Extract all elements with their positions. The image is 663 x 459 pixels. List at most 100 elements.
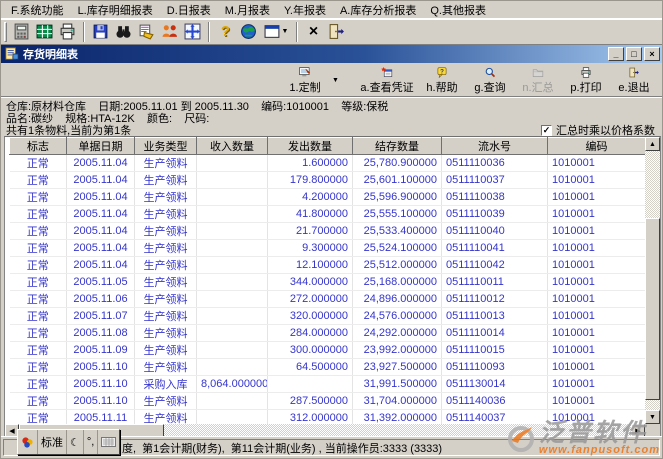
help-report-button[interactable]: ? h.帮助 xyxy=(418,64,466,96)
report-info-panel: 仓库:原材料仓库 日期:2005.11.01 到 2005.11.30 编码:1… xyxy=(6,97,657,136)
users-button[interactable] xyxy=(158,21,181,43)
search-icon xyxy=(481,67,499,78)
ime-fullwidth-icon[interactable]: ☾ xyxy=(67,430,84,454)
window-title: 存货明细表 xyxy=(23,46,606,62)
summary-button[interactable]: n.汇总 xyxy=(514,64,562,96)
system-panel-button[interactable] xyxy=(10,21,33,43)
report-grid-button[interactable] xyxy=(33,21,56,43)
terminal-icon xyxy=(13,23,30,40)
table-row[interactable]: 正常 2005.11.04 生产领料 9.300000 25,524.10000… xyxy=(10,240,646,257)
window-dropdown-icon: ▼ xyxy=(282,28,289,35)
column-header[interactable]: 编码 xyxy=(548,138,646,155)
table-row[interactable]: 正常 2005.11.09 生产领料 300.000000 23,992.000… xyxy=(10,342,646,359)
save-icon xyxy=(92,23,109,40)
print-report-button[interactable] xyxy=(56,21,79,43)
price-factor-checkbox[interactable]: ✓ xyxy=(541,125,552,136)
toolbar-separator xyxy=(296,22,298,42)
customize-dropdown[interactable]: ▼ xyxy=(329,64,342,96)
save-button[interactable] xyxy=(89,21,112,43)
ime-mode-button[interactable]: 标准 xyxy=(38,430,67,454)
vertical-scrollbar[interactable]: ▲ ▼ xyxy=(645,137,660,424)
application-window: F.系统功能L.库存明细报表D.日报表M.月报表Y.年报表A.库存分析报表Q.其… xyxy=(0,0,663,459)
vertical-scroll-thumb[interactable] xyxy=(645,218,660,400)
status-text: 度, 第1会计期(财务), 第11会计期(业务) , 当前操作员:3333 (3… xyxy=(122,440,442,456)
help-button[interactable]: ? xyxy=(214,21,237,43)
table-row[interactable]: 正常 2005.11.08 生产领料 284.000000 24,292.000… xyxy=(10,325,646,342)
menu-bar: F.系统功能L.库存明细报表D.日报表M.月报表Y.年报表A.库存分析报表Q.其… xyxy=(1,1,662,19)
ime-punctuation-icon[interactable]: °, xyxy=(84,430,98,454)
column-header[interactable]: 单据日期 xyxy=(67,138,135,155)
find-button[interactable] xyxy=(112,21,135,43)
menu-item[interactable]: Y.年报表 xyxy=(277,0,333,20)
table-row[interactable]: 正常 2005.11.05 生产领料 344.000000 25,168.000… xyxy=(10,274,646,291)
inventory-grid: 标志单据日期业务类型收入数量发出数量结存数量流水号编码 正常 2005.11.0… xyxy=(4,136,661,438)
hand-card-icon xyxy=(138,23,155,40)
ime-toolbar[interactable]: 标准 ☾ °, xyxy=(17,429,120,455)
exit-button[interactable]: e.退出 xyxy=(610,64,658,96)
close-window-button[interactable]: × xyxy=(644,47,660,61)
column-header[interactable]: 标志 xyxy=(10,138,67,155)
stamp-button[interactable] xyxy=(135,21,158,43)
printer-icon xyxy=(59,23,76,40)
menu-item[interactable]: M.月报表 xyxy=(218,0,277,20)
status-bar: 度, 第1会计期(财务), 第11会计期(业务) , 当前操作员:3333 (3… xyxy=(1,436,662,458)
column-header[interactable]: 流水号 xyxy=(442,138,548,155)
menu-item[interactable]: Q.其他报表 xyxy=(423,0,493,20)
table-row[interactable]: 正常 2005.11.10 生产领料 64.500000 23,927.5000… xyxy=(10,359,646,376)
column-header[interactable]: 收入数量 xyxy=(197,138,268,155)
inventory-table: 标志单据日期业务类型收入数量发出数量结存数量流水号编码 正常 2005.11.0… xyxy=(9,137,645,424)
scroll-up-icon[interactable]: ▲ xyxy=(645,137,660,151)
query-button[interactable]: g.查询 xyxy=(466,64,514,96)
view-voucher-button[interactable]: a.查看凭证 xyxy=(356,64,418,96)
web-button[interactable] xyxy=(237,21,260,43)
table-row[interactable]: 正常 2005.11.10 采购入库 8,064.000000 31,991.5… xyxy=(10,376,646,393)
grid-icon xyxy=(36,23,53,40)
summary-label: n.汇总 xyxy=(522,79,553,95)
table-row[interactable]: 正常 2005.11.10 生产领料 287.500000 31,704.000… xyxy=(10,393,646,410)
print-label: p.打印 xyxy=(570,79,601,95)
column-header[interactable]: 业务类型 xyxy=(135,138,197,155)
table-row[interactable]: 正常 2005.11.04 生产领料 12.100000 25,512.0000… xyxy=(10,257,646,274)
navigate-button[interactable] xyxy=(181,21,204,43)
exit-label: e.退出 xyxy=(618,79,649,95)
printer-icon xyxy=(577,67,595,78)
header-row: 标志单据日期业务类型收入数量发出数量结存数量流水号编码 xyxy=(10,138,646,155)
ime-logo-icon[interactable] xyxy=(18,430,38,454)
menu-item[interactable]: F.系统功能 xyxy=(4,0,71,20)
menu-item[interactable]: L.库存明细报表 xyxy=(71,0,160,20)
table-row[interactable]: 正常 2005.11.04 生产领料 4.200000 25,596.90000… xyxy=(10,189,646,206)
menu-item[interactable]: D.日报表 xyxy=(160,0,218,20)
menu-item[interactable]: A.库存分析报表 xyxy=(333,0,423,20)
table-row[interactable]: 正常 2005.11.11 生产领料 312.000000 31,392.000… xyxy=(10,410,646,425)
view-voucher-label: a.查看凭证 xyxy=(360,79,413,95)
new-window-button[interactable]: ▼ xyxy=(260,21,292,43)
chevron-down-icon: ▼ xyxy=(332,77,339,84)
exit-app-button[interactable] xyxy=(325,21,348,43)
voucher-icon xyxy=(378,67,396,78)
scroll-down-icon[interactable]: ▼ xyxy=(645,410,660,424)
customize-button[interactable]: 1.定制 xyxy=(281,64,329,96)
table-row[interactable]: 正常 2005.11.04 生产领料 1.600000 25,780.90000… xyxy=(10,155,646,172)
toolbar-separator xyxy=(83,22,85,42)
child-window-titlebar[interactable]: 存货明细表 _ □ × xyxy=(1,45,662,63)
users-icon xyxy=(161,23,178,40)
table-row[interactable]: 正常 2005.11.04 生产领料 41.800000 25,555.1000… xyxy=(10,206,646,223)
column-header[interactable]: 结存数量 xyxy=(353,138,442,155)
ime-softkeyboard-button[interactable] xyxy=(98,430,119,454)
print-button[interactable]: p.打印 xyxy=(562,64,610,96)
ime-flower-icon xyxy=(21,436,34,449)
table-row[interactable]: 正常 2005.11.06 生产领料 272.000000 24,896.000… xyxy=(10,291,646,308)
grid-viewport: 标志单据日期业务类型收入数量发出数量结存数量流水号编码 正常 2005.11.0… xyxy=(6,137,645,424)
help-bubble-icon: ? xyxy=(433,67,451,78)
table-row[interactable]: 正常 2005.11.04 生产领料 179.800000 25,601.100… xyxy=(10,172,646,189)
report-toolbar: 1.定制 ▼ a.查看凭证 ? h.帮助 g.查询 n.汇总 p.打印 xyxy=(1,63,662,97)
maximize-button[interactable]: □ xyxy=(626,47,642,61)
window-icon xyxy=(264,23,281,40)
toolbar-grip[interactable] xyxy=(4,22,7,42)
column-header[interactable]: 发出数量 xyxy=(268,138,353,155)
table-row[interactable]: 正常 2005.11.07 生产领料 320.000000 24,576.000… xyxy=(10,308,646,325)
table-row[interactable]: 正常 2005.11.04 生产领料 21.700000 25,533.4000… xyxy=(10,223,646,240)
minimize-button[interactable]: _ xyxy=(608,47,624,61)
close-view-button[interactable]: × xyxy=(302,21,325,43)
folder-icon xyxy=(529,67,547,78)
